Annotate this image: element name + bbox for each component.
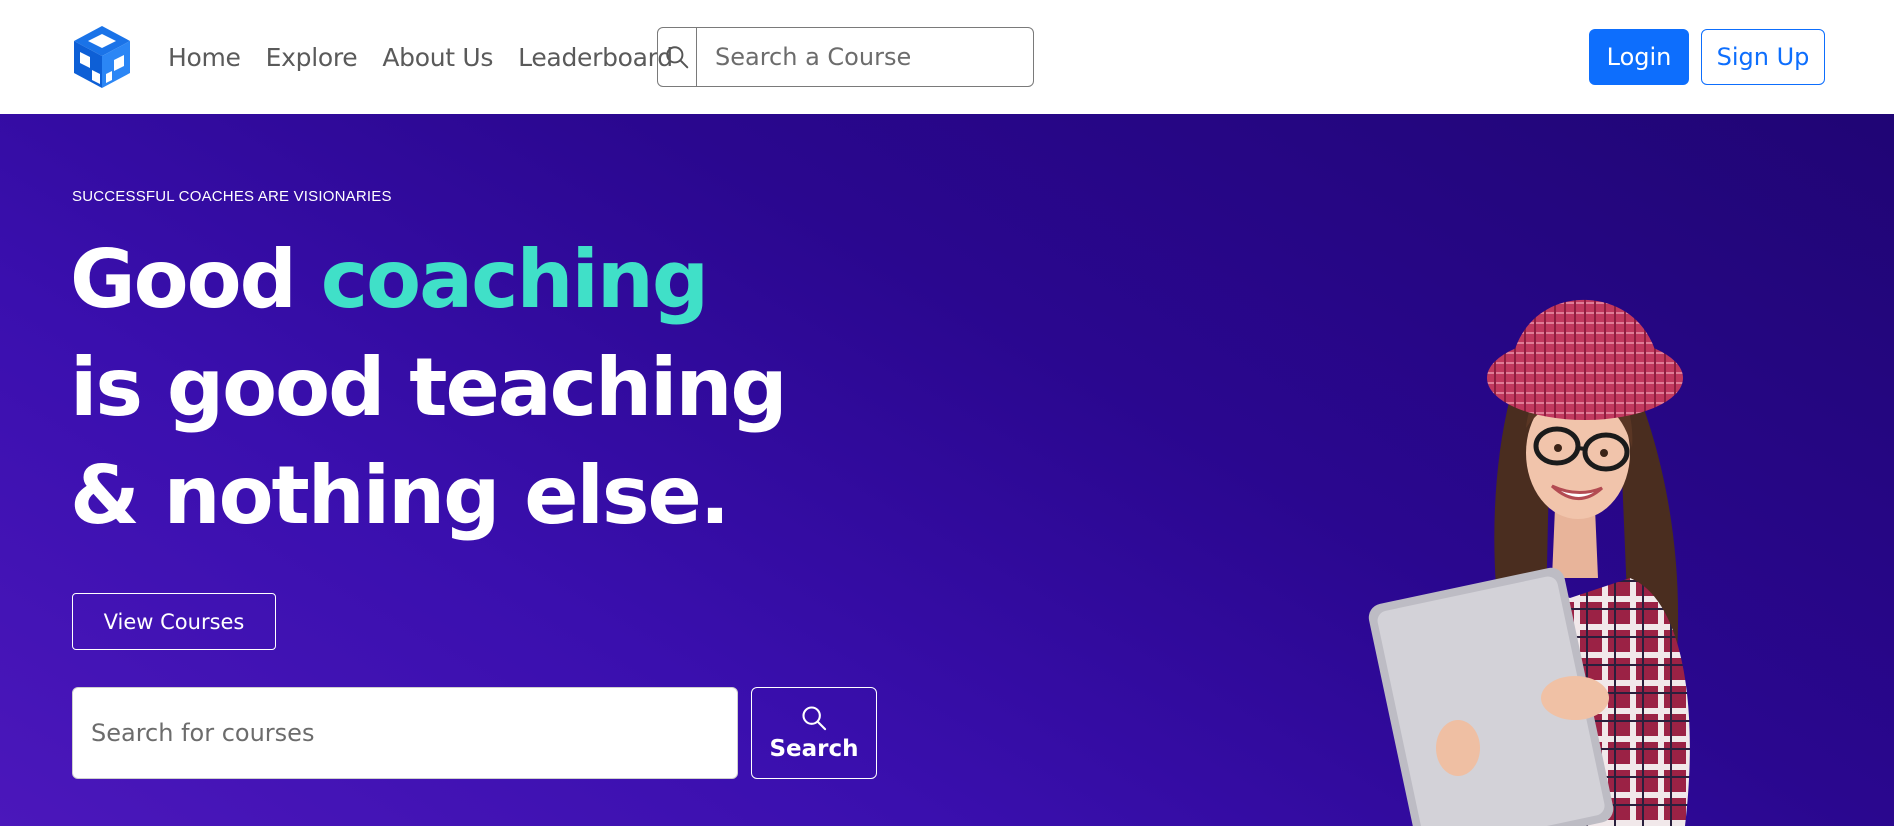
hero-search-button[interactable]: Search: [751, 687, 877, 779]
headline-accent: coaching: [320, 233, 709, 326]
signup-button[interactable]: Sign Up: [1701, 29, 1825, 85]
student-illustration: [1368, 299, 1690, 826]
headline-part-2: is good teaching & nothing else.: [70, 341, 788, 542]
nav-link-leaderboard[interactable]: Leaderboard: [518, 43, 673, 72]
hero-section: SUCCESSFUL COACHES ARE VISIONARIES Good …: [0, 114, 1894, 826]
login-button[interactable]: Login: [1589, 29, 1689, 85]
hero-search-button-label: Search: [769, 736, 859, 762]
hero-search-box: [72, 687, 738, 779]
nav-search-icon-box[interactable]: [658, 28, 697, 86]
top-navbar: Home Explore About Us Leaderboard Login …: [0, 0, 1894, 114]
view-courses-button[interactable]: View Courses: [72, 593, 276, 650]
nav-search-input[interactable]: [697, 28, 1033, 86]
main-nav: Home Explore About Us Leaderboard: [168, 0, 698, 114]
nav-search-box: [657, 27, 1034, 87]
hero-search-input[interactable]: [73, 688, 737, 778]
nav-link-explore[interactable]: Explore: [266, 43, 358, 72]
nav-link-about-us[interactable]: About Us: [382, 43, 493, 72]
hero-eyebrow: SUCCESSFUL COACHES ARE VISIONARIES: [72, 188, 392, 205]
search-icon: [802, 706, 827, 731]
nav-link-home[interactable]: Home: [168, 43, 241, 72]
cube-logo-icon[interactable]: [72, 24, 132, 90]
search-icon: [666, 46, 689, 69]
headline-part-1: Good: [70, 233, 321, 326]
hero-headline: Good coaching is good teaching & nothing…: [70, 226, 790, 550]
